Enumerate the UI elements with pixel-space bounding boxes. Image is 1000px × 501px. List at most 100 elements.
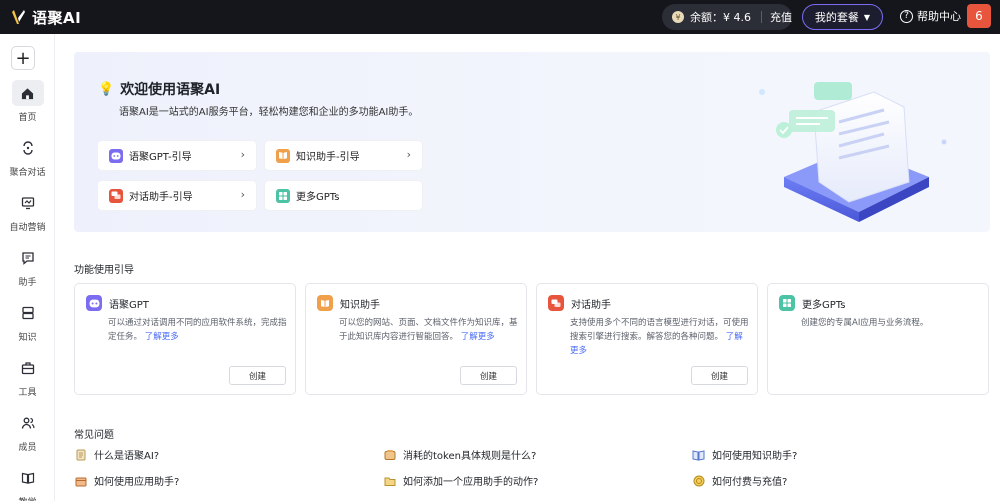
- faq-label: 什么是语聚AI?: [94, 451, 160, 462]
- divider: [761, 11, 762, 23]
- faq-label: 消耗的token具体规则是什么?: [403, 451, 537, 462]
- token-icon: [383, 448, 396, 461]
- question-icon: ?: [900, 9, 913, 23]
- faq-title: 常见问题: [74, 430, 114, 441]
- faq-item[interactable]: 如何添加一个应用助手的动作?: [383, 473, 538, 488]
- card-title: 语聚GPT: [109, 299, 149, 311]
- sidebar-item-label: 教学: [0, 495, 55, 501]
- faq-label: 如何使用知识助手?: [712, 451, 798, 462]
- home-icon: [11, 80, 44, 106]
- learn-more-link[interactable]: 了解更多: [145, 332, 179, 342]
- doc-icon: [74, 448, 87, 461]
- guide-dialog[interactable]: 对话助手-引导 ›: [98, 181, 256, 210]
- feature-card-knowledge[interactable]: 知识助手 可以您的网站、页面、文档文件作为知识库，基于此知识库内容进行智能回答。…: [305, 283, 527, 395]
- guide-label: 对话助手-引导: [129, 192, 193, 203]
- card-title: 对话助手: [571, 299, 611, 311]
- balance-label: 余额：: [690, 11, 723, 24]
- balance-value: ¥ 4.6: [723, 10, 751, 24]
- toolbox-icon: [12, 355, 44, 381]
- sidebar-item-knowledge[interactable]: 知识: [0, 300, 55, 343]
- my-plan-button[interactable]: 我的套餐 ▼: [802, 4, 883, 30]
- card-header: 更多GPTs: [779, 295, 845, 311]
- sidebar-item-label: 首页: [18, 113, 37, 123]
- card-title: 知识助手: [340, 299, 380, 311]
- create-button[interactable]: 创建: [691, 366, 748, 385]
- members-icon: [12, 410, 44, 436]
- guide-knowledge[interactable]: 知识助手-引导 ›: [265, 141, 422, 170]
- dialog-icon: [548, 295, 564, 311]
- top-bar: 语聚AI ¥ 余额： ¥ 4.6 充值 我的套餐 ▼ ? 帮助中心 6: [0, 0, 1000, 34]
- main-content: 💡 欢迎使用语聚AI 语聚AI是一站式的AI服务平台，轻松构建您和企业的多功能A…: [56, 34, 1000, 501]
- sidebar-item-assistant[interactable]: 助手: [0, 245, 55, 288]
- chevron-right-icon: ›: [240, 148, 245, 161]
- guide-gpt[interactable]: 语聚GPT-引导 ›: [98, 141, 256, 170]
- sidebar-item-tutorial[interactable]: 教学: [0, 465, 55, 501]
- grid-icon: [779, 295, 795, 311]
- welcome-banner: 💡 欢迎使用语聚AI 语聚AI是一站式的AI服务平台，轻松构建您和企业的多功能A…: [74, 52, 990, 232]
- card-description: 可以您的网站、页面、文档文件作为知识库，基于此知识库内容进行智能回答。 了解更多: [339, 318, 518, 342]
- faq-item[interactable]: 如何付费与充值?: [692, 473, 787, 488]
- card-description: 支持使用多个不同的语言模型进行对话，可使用搜索引擎进行搜索。解答您的各种问题。 …: [570, 318, 749, 356]
- monitor-icon: [12, 190, 44, 216]
- sidebar-item-chat[interactable]: 聚合对话: [0, 135, 55, 178]
- guide-more-gpts[interactable]: 更多GPTs: [265, 181, 422, 210]
- card-header: 语聚GPT: [86, 295, 149, 311]
- coin-icon: [692, 474, 705, 487]
- faq-label: 如何添加一个应用助手的动作?: [403, 477, 539, 488]
- box-icon: [74, 474, 87, 487]
- sidebar-item-label: 成员: [18, 443, 37, 453]
- user-avatar[interactable]: 6: [967, 4, 991, 28]
- gpt-icon: [86, 295, 102, 311]
- gpt-icon: [109, 148, 123, 163]
- feature-card-dialog[interactable]: 对话助手 支持使用多个不同的语言模型进行对话，可使用搜索引擎进行搜索。解答您的各…: [536, 283, 758, 395]
- welcome-title: 💡 欢迎使用语聚AI: [98, 79, 220, 99]
- faq-item[interactable]: 消耗的token具体规则是什么?: [383, 447, 536, 462]
- feature-card-gpt[interactable]: 语聚GPT 可以通过对话调用不同的应用软件系统，完成指定任务。 了解更多 创建: [74, 283, 296, 395]
- sidebar-item-marketing[interactable]: 自动营销: [0, 190, 55, 233]
- welcome-subtitle: 语聚AI是一站式的AI服务平台，轻松构建您和企业的多功能AI助手。: [119, 107, 419, 118]
- card-description: 创建您的专属AI应用与业务流程。: [801, 318, 929, 328]
- sidebar-item-tools[interactable]: 工具: [0, 355, 55, 398]
- create-button[interactable]: 创建: [229, 366, 286, 385]
- welcome-title-text: 欢迎使用语聚AI: [120, 82, 221, 98]
- lightbulb-icon: 💡: [98, 81, 115, 97]
- create-button[interactable]: 创建: [460, 366, 517, 385]
- brand[interactable]: 语聚AI: [10, 7, 81, 28]
- guide-label: 语聚GPT-引导: [129, 152, 192, 163]
- banner-illustration: [759, 82, 947, 222]
- caret-down-icon: ▼: [863, 12, 871, 22]
- knowledge-book-icon: [276, 148, 290, 163]
- card-description: 可以通过对话调用不同的应用软件系统，完成指定任务。 了解更多: [108, 318, 287, 342]
- chevron-right-icon: ›: [406, 148, 411, 161]
- knowledge-book-icon: [317, 295, 333, 311]
- balance-pill: ¥ 余额： ¥ 4.6 充值: [662, 4, 792, 30]
- app-name: 语聚AI: [32, 8, 82, 27]
- my-plan-label: 我的套餐: [814, 11, 859, 24]
- sidebar-item-members[interactable]: 成员: [0, 410, 55, 453]
- faq-label: 如何使用应用助手?: [94, 477, 180, 488]
- assistant-icon: [12, 245, 44, 271]
- recharge-button[interactable]: 充值: [770, 9, 792, 25]
- card-title: 更多GPTs: [802, 299, 846, 311]
- grid-icon: [276, 188, 290, 203]
- learn-more-link[interactable]: 了解更多: [461, 332, 495, 342]
- chevron-right-icon: ›: [240, 188, 245, 201]
- knowledge-icon: [12, 300, 44, 326]
- logo-icon: [10, 8, 26, 26]
- sidebar-item-home[interactable]: 首页: [0, 80, 55, 123]
- chat-merge-icon: [12, 135, 44, 161]
- sidebar-item-label: 助手: [18, 278, 37, 288]
- faq-item[interactable]: 如何使用知识助手?: [692, 447, 797, 462]
- feature-card-more-gpts[interactable]: 更多GPTs 创建您的专属AI应用与业务流程。: [767, 283, 989, 395]
- guide-label: 知识助手-引导: [296, 152, 360, 163]
- faq-item[interactable]: 如何使用应用助手?: [74, 473, 179, 488]
- sidebar: + 首页 聚合对话 自动营销 助手 知识 工具 成员: [0, 34, 55, 501]
- guide-label: 更多GPTs: [296, 192, 340, 203]
- faq-item[interactable]: 什么是语聚AI?: [74, 447, 159, 462]
- sidebar-item-label: 知识: [18, 333, 37, 343]
- features-title: 功能使用引导: [74, 265, 134, 276]
- help-center-link[interactable]: ? 帮助中心: [900, 8, 961, 24]
- card-header: 对话助手: [548, 295, 611, 311]
- open-book-icon: [692, 448, 705, 461]
- add-button[interactable]: +: [11, 46, 35, 70]
